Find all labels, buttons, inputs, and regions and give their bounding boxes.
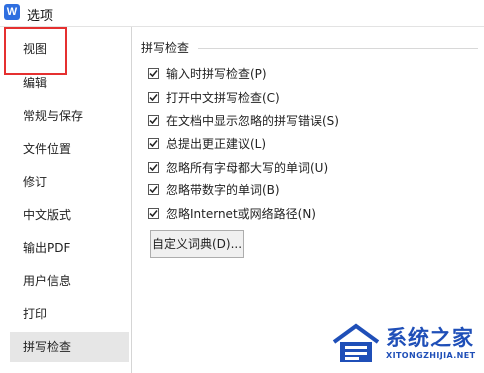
- option-label: 在文档中显示忽略的拼写错误(S): [166, 113, 339, 128]
- sidebar-item-revision[interactable]: 修订: [10, 167, 129, 197]
- checkbox-checked-icon[interactable]: [148, 183, 159, 195]
- sidebar-item-spellcheck[interactable]: 拼写检查: [10, 332, 129, 362]
- group-title: 拼写检查: [141, 39, 194, 56]
- option-label: 忽略Internet或网络路径(N): [166, 206, 316, 221]
- sidebar-item-file-location[interactable]: 文件位置: [10, 134, 129, 164]
- sidebar-item-chinese-layout[interactable]: 中文版式: [10, 200, 129, 230]
- sidebar-item-export-pdf[interactable]: 输出PDF: [10, 233, 129, 263]
- checkbox-checked-icon[interactable]: [148, 137, 159, 149]
- checkbox-checked-icon[interactable]: [148, 207, 159, 219]
- watermark-url: XITONGZHIJIA.NET: [386, 351, 476, 360]
- checkbox-checked-icon[interactable]: [148, 114, 159, 126]
- sidebar-item-view[interactable]: 视图: [10, 34, 129, 64]
- checkbox-checked-icon[interactable]: [148, 91, 159, 103]
- option-label: 忽略所有字母都大写的单词(U): [166, 160, 329, 175]
- option-label: 忽略带数字的单词(B): [166, 182, 280, 197]
- option-check-while-typing[interactable]: 输入时拼写检查(P): [148, 64, 267, 82]
- option-always-suggest[interactable]: 总提出更正建议(L): [148, 134, 266, 152]
- sidebar-item-user-info[interactable]: 用户信息: [10, 266, 129, 296]
- option-label: 输入时拼写检查(P): [166, 66, 267, 81]
- window-title: 选项: [27, 9, 54, 24]
- watermark-name: 系统之家: [386, 326, 474, 350]
- sidebar-item-general-save[interactable]: 常规与保存: [10, 101, 129, 131]
- options-sidebar: 视图 编辑 常规与保存 文件位置 修订 中文版式 输出PDF 用户信息 打印 拼…: [0, 27, 132, 373]
- wps-app-icon: W: [4, 4, 20, 20]
- option-label: 总提出更正建议(L): [166, 136, 267, 151]
- option-ignore-uppercase[interactable]: 忽略所有字母都大写的单词(U): [148, 158, 328, 176]
- group-divider: [198, 48, 478, 49]
- checkbox-checked-icon[interactable]: [148, 161, 159, 173]
- option-show-ignored-errors[interactable]: 在文档中显示忽略的拼写错误(S): [148, 111, 339, 129]
- option-ignore-internet-paths[interactable]: 忽略Internet或网络路径(N): [148, 204, 316, 222]
- option-ignore-numbers[interactable]: 忽略带数字的单词(B): [148, 180, 280, 198]
- sidebar-item-print[interactable]: 打印: [10, 299, 129, 329]
- sidebar-item-edit[interactable]: 编辑: [10, 68, 129, 98]
- option-label: 打开中文拼写检查(C): [166, 90, 280, 105]
- option-chinese-spellcheck[interactable]: 打开中文拼写检查(C): [148, 88, 280, 106]
- house-logo-icon: [332, 323, 380, 362]
- checkbox-checked-icon[interactable]: [148, 67, 159, 79]
- title-bar: W 选项: [0, 0, 484, 27]
- custom-dictionary-button[interactable]: 自定义词典(D)...: [150, 230, 244, 258]
- watermark: 系统之家 XITONGZHIJIA.NET: [330, 320, 480, 368]
